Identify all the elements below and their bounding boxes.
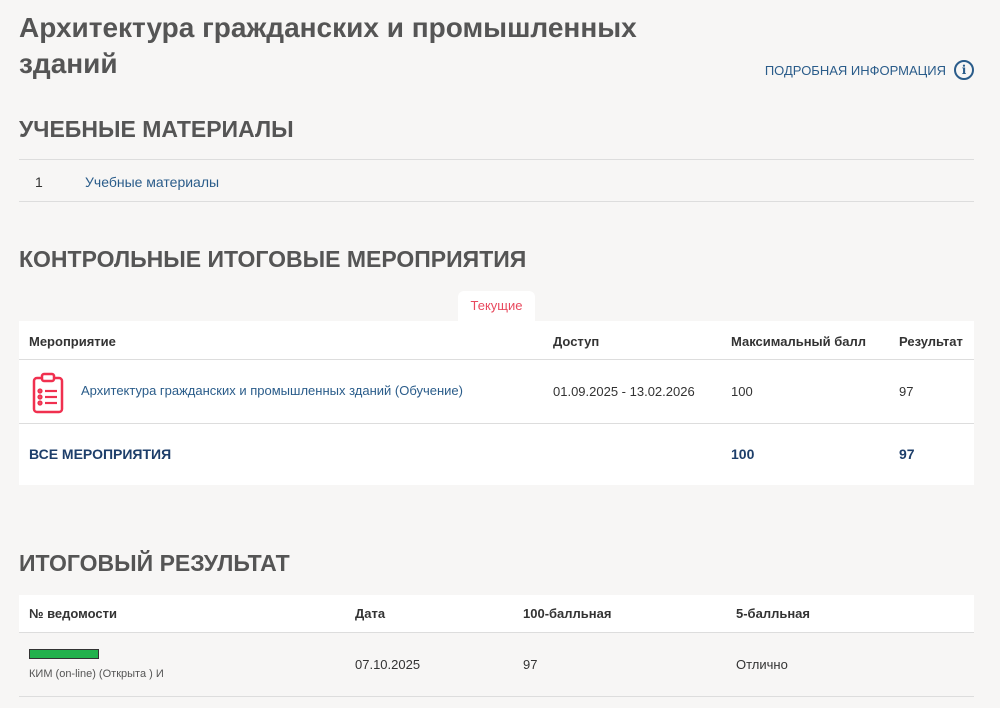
event-max: 100 xyxy=(731,384,753,399)
col-header: № ведомости xyxy=(29,606,117,621)
col-header: Максимальный балл xyxy=(731,334,867,349)
divider xyxy=(19,696,974,697)
divider xyxy=(19,201,974,202)
statement-name: КИМ (on-line) (Открыта ) И xyxy=(29,668,164,680)
divider xyxy=(19,159,974,160)
page-title: Архитектура гражданских и промышленных з… xyxy=(19,12,637,79)
final-date: 07.10.2025 xyxy=(355,657,421,672)
control-table: Мероприятие Доступ Максимальный балл Рез… xyxy=(19,321,974,485)
control-heading: КОНТРОЛЬНЫЕ ИТОГОВЫЕ МЕРОПРИЯТИЯ xyxy=(19,246,527,272)
total-label: ВСЕ МЕРОПРИЯТИЯ xyxy=(29,446,172,462)
tab-current[interactable]: Текущие xyxy=(458,291,535,322)
final-score5: Отлично xyxy=(736,657,788,672)
more-info-link[interactable]: ПОДРОБНАЯ ИНФОРМАЦИЯ i xyxy=(765,60,974,80)
final-table-header: № ведомости Дата 100-балльная 5-балльная xyxy=(19,595,974,633)
more-info-label: ПОДРОБНАЯ ИНФОРМАЦИЯ xyxy=(764,62,946,78)
event-result: 97 xyxy=(899,384,914,399)
col-header: Доступ xyxy=(553,334,600,349)
final-score100: 97 xyxy=(523,657,538,672)
col-header: Мероприятие xyxy=(29,334,116,349)
total-max: 100 xyxy=(731,446,755,462)
event-link[interactable]: Архитектура гражданских и промышленных з… xyxy=(81,383,463,398)
event-access: 01.09.2025 - 13.02.2026 xyxy=(553,384,695,399)
materials-heading: УЧЕБНЫЕ МАТЕРИАЛЫ xyxy=(19,116,294,142)
info-icon: i xyxy=(954,60,974,80)
material-number: 1 xyxy=(35,174,43,190)
material-link[interactable]: Учебные материалы xyxy=(85,174,219,190)
col-header: Результат xyxy=(899,334,963,349)
final-heading: ИТОГОВЫЙ РЕЗУЛЬТАТ xyxy=(19,550,290,576)
status-bar xyxy=(29,649,99,659)
col-header: Дата xyxy=(355,606,386,621)
col-header: 100-балльная xyxy=(523,606,612,621)
clipboard-icon xyxy=(32,372,64,414)
col-header: 5-балльная xyxy=(736,606,810,621)
total-result: 97 xyxy=(899,446,915,462)
